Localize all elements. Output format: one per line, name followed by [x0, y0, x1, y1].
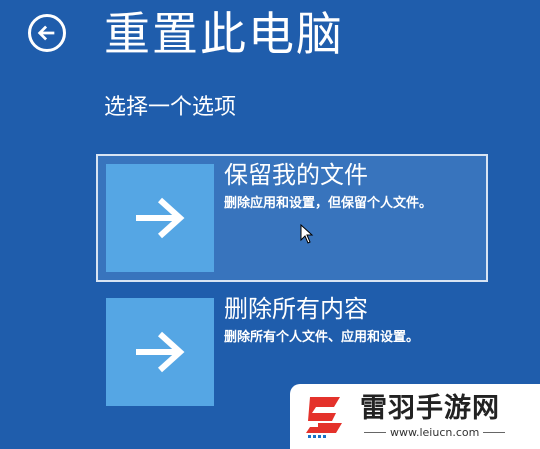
right-arrow-icon: [136, 331, 185, 373]
back-button[interactable]: [28, 14, 66, 52]
option-title: 删除所有内容: [224, 295, 368, 323]
watermark-url-row: www.leiucn.com: [360, 425, 509, 441]
watermark-name: 雷羽手游网: [360, 392, 500, 424]
subtitle: 选择一个选项: [104, 95, 237, 120]
divider: [483, 432, 506, 433]
leiyu-logo-icon: [306, 396, 342, 438]
option-description: 删除应用和设置，但保留个人文件。: [224, 196, 433, 211]
option-description: 删除所有个人文件、应用和设置。: [224, 330, 420, 345]
mouse-cursor-icon: [300, 224, 314, 244]
divider: [364, 432, 386, 433]
option-title: 保留我的文件: [224, 161, 368, 189]
keep-my-files-option[interactable]: 保留我的文件 删除应用和设置，但保留个人文件。: [96, 154, 488, 282]
option-tile: [106, 298, 214, 406]
back-arrow-icon: [37, 25, 55, 41]
option-tile: [106, 164, 214, 272]
page-title: 重置此电脑: [104, 7, 344, 61]
watermark-url: www.leiucn.com: [390, 425, 480, 439]
right-arrow-icon: [136, 197, 185, 239]
watermark: 雷羽手游网 www.leiucn.com: [290, 384, 540, 449]
